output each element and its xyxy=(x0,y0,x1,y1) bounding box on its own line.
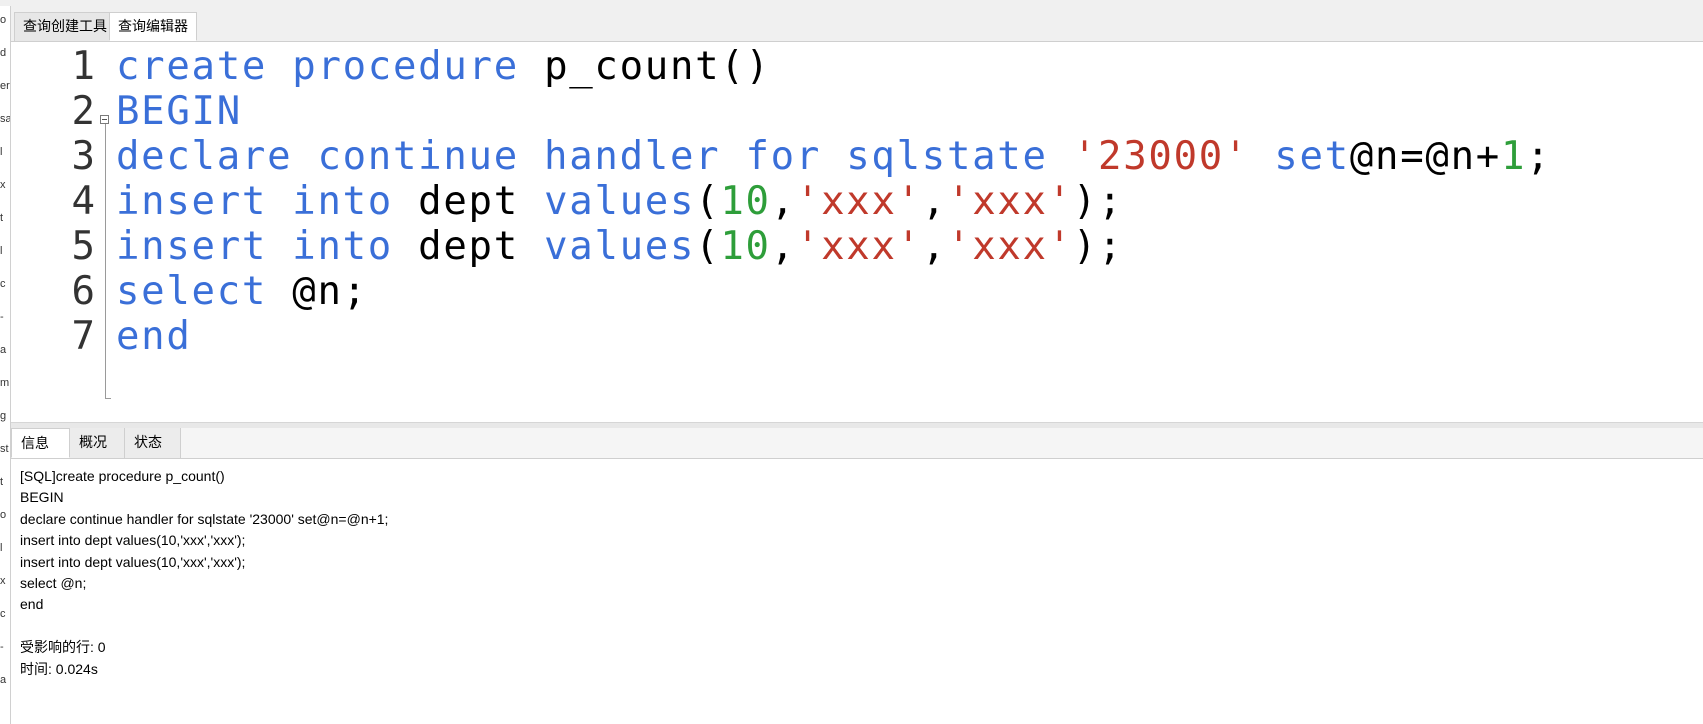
tree-item-fragment[interactable]: o xyxy=(0,14,6,26)
message-line: insert into dept values(10,'xxx','xxx'); xyxy=(20,532,246,549)
code-text: select @n; xyxy=(116,267,368,316)
tree-item-fragment[interactable]: a xyxy=(0,674,6,686)
tab-query-builder[interactable]: 查询创建工具 xyxy=(14,12,116,41)
line-number: 4 xyxy=(71,179,95,224)
code-token-str: '23000' xyxy=(1072,134,1250,179)
line-number: 5 xyxy=(71,224,95,269)
code-line[interactable]: 2 BEGIN xyxy=(11,87,1703,136)
tree-item-fragment[interactable]: - xyxy=(0,641,4,653)
code-token-plain: dept xyxy=(418,179,545,224)
tree-item-fragment[interactable]: l xyxy=(0,245,2,257)
line-number: 2 xyxy=(71,89,95,134)
code-text: BEGIN xyxy=(116,87,242,136)
tree-item-fragment[interactable]: l xyxy=(0,542,2,554)
tree-item-fragment[interactable]: a xyxy=(0,344,6,356)
tree-item-fragment[interactable]: c xyxy=(0,278,6,290)
fold-end-marker xyxy=(105,398,111,399)
code-token-plain: , xyxy=(770,224,796,269)
line-number: 1 xyxy=(71,44,95,89)
code-token-plain: , xyxy=(921,179,948,224)
line-number: 3 xyxy=(71,134,95,179)
code-token-kw: end xyxy=(116,314,192,359)
message-line: 受影响的行: 0 xyxy=(20,639,106,656)
tab-query-editor[interactable]: 查询编辑器 xyxy=(109,12,197,41)
code-text: end xyxy=(116,312,192,361)
tab-profile[interactable]: 概况 xyxy=(70,428,125,458)
tree-item-fragment[interactable]: er xyxy=(0,80,10,92)
code-token-str: 'xxx' xyxy=(795,179,922,224)
tree-item-fragment[interactable]: c xyxy=(0,608,6,620)
sql-code-editor[interactable]: 1 create procedure p_count() 2 BEGIN 3 declar… xyxy=(11,42,1703,422)
message-line: insert into dept values(10,'xxx','xxx'); xyxy=(20,553,246,570)
code-line[interactable]: 5 insert into dept values(10,'xxx','xxx')… xyxy=(11,222,1703,271)
object-tree-pane[interactable]: o d er sa l x t l c - a m g st t o l x c - a xyxy=(0,6,11,724)
tree-item-fragment[interactable]: l xyxy=(0,146,2,158)
tree-item-fragment[interactable]: g xyxy=(0,410,6,422)
code-line[interactable]: 1 create procedure p_count() xyxy=(11,42,1703,91)
tree-item-fragment[interactable]: t xyxy=(0,476,3,488)
code-token-plain: ); xyxy=(1072,224,1124,269)
message-line: end xyxy=(20,596,44,613)
code-text: create procedure p_count() xyxy=(116,42,771,91)
message-line: declare continue handler for sqlstate '2… xyxy=(20,510,389,527)
tree-item-fragment[interactable]: sa xyxy=(0,113,10,125)
code-token-kw: declare continue handler for sqlstate xyxy=(116,134,1073,179)
code-token-plain: , xyxy=(770,179,796,224)
message-line: 时间: 0.024s xyxy=(20,660,98,677)
message-line: [SQL]create procedure p_count() xyxy=(20,468,225,484)
code-token-plain: , xyxy=(921,224,948,269)
message-output-panel[interactable]: [SQL]create procedure p_count() BEGIN decl… xyxy=(11,459,1703,724)
code-token-num: 1 xyxy=(1500,134,1527,179)
result-tab-bar: 信息 概况 状态 xyxy=(11,428,1703,459)
code-token-plain: ); xyxy=(1072,179,1124,224)
tree-item-fragment[interactable]: t xyxy=(0,212,3,224)
code-token-plain: @n; xyxy=(292,269,368,314)
code-text: declare continue handler for sqlstate '2… xyxy=(116,132,1551,181)
code-text: insert into dept values(10,'xxx','xxx'); xyxy=(116,177,1123,226)
code-token-kw: create procedure xyxy=(116,44,545,89)
code-token-plain: p_count() xyxy=(544,44,771,89)
message-line: BEGIN xyxy=(20,489,64,506)
code-line[interactable]: 3 declare continue handler for sqlstate '… xyxy=(11,132,1703,181)
code-token-str: 'xxx' xyxy=(947,224,1073,269)
code-token-kw: BEGIN xyxy=(116,89,242,134)
code-token-plain: dept xyxy=(418,224,545,269)
code-token-plain: ( xyxy=(695,224,721,269)
line-number: 6 xyxy=(71,269,95,314)
tab-status[interactable]: 状态 xyxy=(125,428,181,458)
tree-item-fragment[interactable]: d xyxy=(0,47,6,59)
code-token-kw: select xyxy=(116,269,293,314)
code-token-num: 10 xyxy=(720,224,771,269)
code-token-kw: insert into xyxy=(116,179,419,224)
code-token-kw: values xyxy=(544,224,696,269)
code-line[interactable]: 4 insert into dept values(10,'xxx','xxx')… xyxy=(11,177,1703,226)
message-line: select @n; xyxy=(20,575,87,591)
tree-item-fragment[interactable]: o xyxy=(0,509,6,521)
editor-tab-bar: 查询创建工具 查询编辑器 xyxy=(11,6,1703,42)
tree-item-fragment[interactable]: x xyxy=(0,575,6,587)
line-number: 7 xyxy=(71,314,95,359)
code-token-str: 'xxx' xyxy=(947,179,1073,224)
code-token-plain: @n=@n+ xyxy=(1349,134,1501,179)
code-token-kw: set xyxy=(1249,134,1350,179)
code-text: insert into dept values(10,'xxx','xxx'); xyxy=(116,222,1123,271)
code-token-kw: values xyxy=(544,179,696,224)
code-token-plain: ( xyxy=(695,179,721,224)
tree-item-fragment[interactable]: st xyxy=(0,443,9,455)
tab-message[interactable]: 信息 xyxy=(11,428,70,458)
code-token-str: 'xxx' xyxy=(795,224,922,269)
code-token-num: 10 xyxy=(720,179,771,224)
tree-item-fragment[interactable]: m xyxy=(0,377,9,389)
code-line[interactable]: 7 end xyxy=(11,312,1703,361)
tree-item-fragment[interactable]: x xyxy=(0,179,6,191)
code-token-plain: ; xyxy=(1526,134,1552,179)
code-line[interactable]: 6 select @n; xyxy=(11,267,1703,316)
tree-item-fragment[interactable]: - xyxy=(0,311,4,323)
code-token-kw: insert into xyxy=(116,224,419,269)
